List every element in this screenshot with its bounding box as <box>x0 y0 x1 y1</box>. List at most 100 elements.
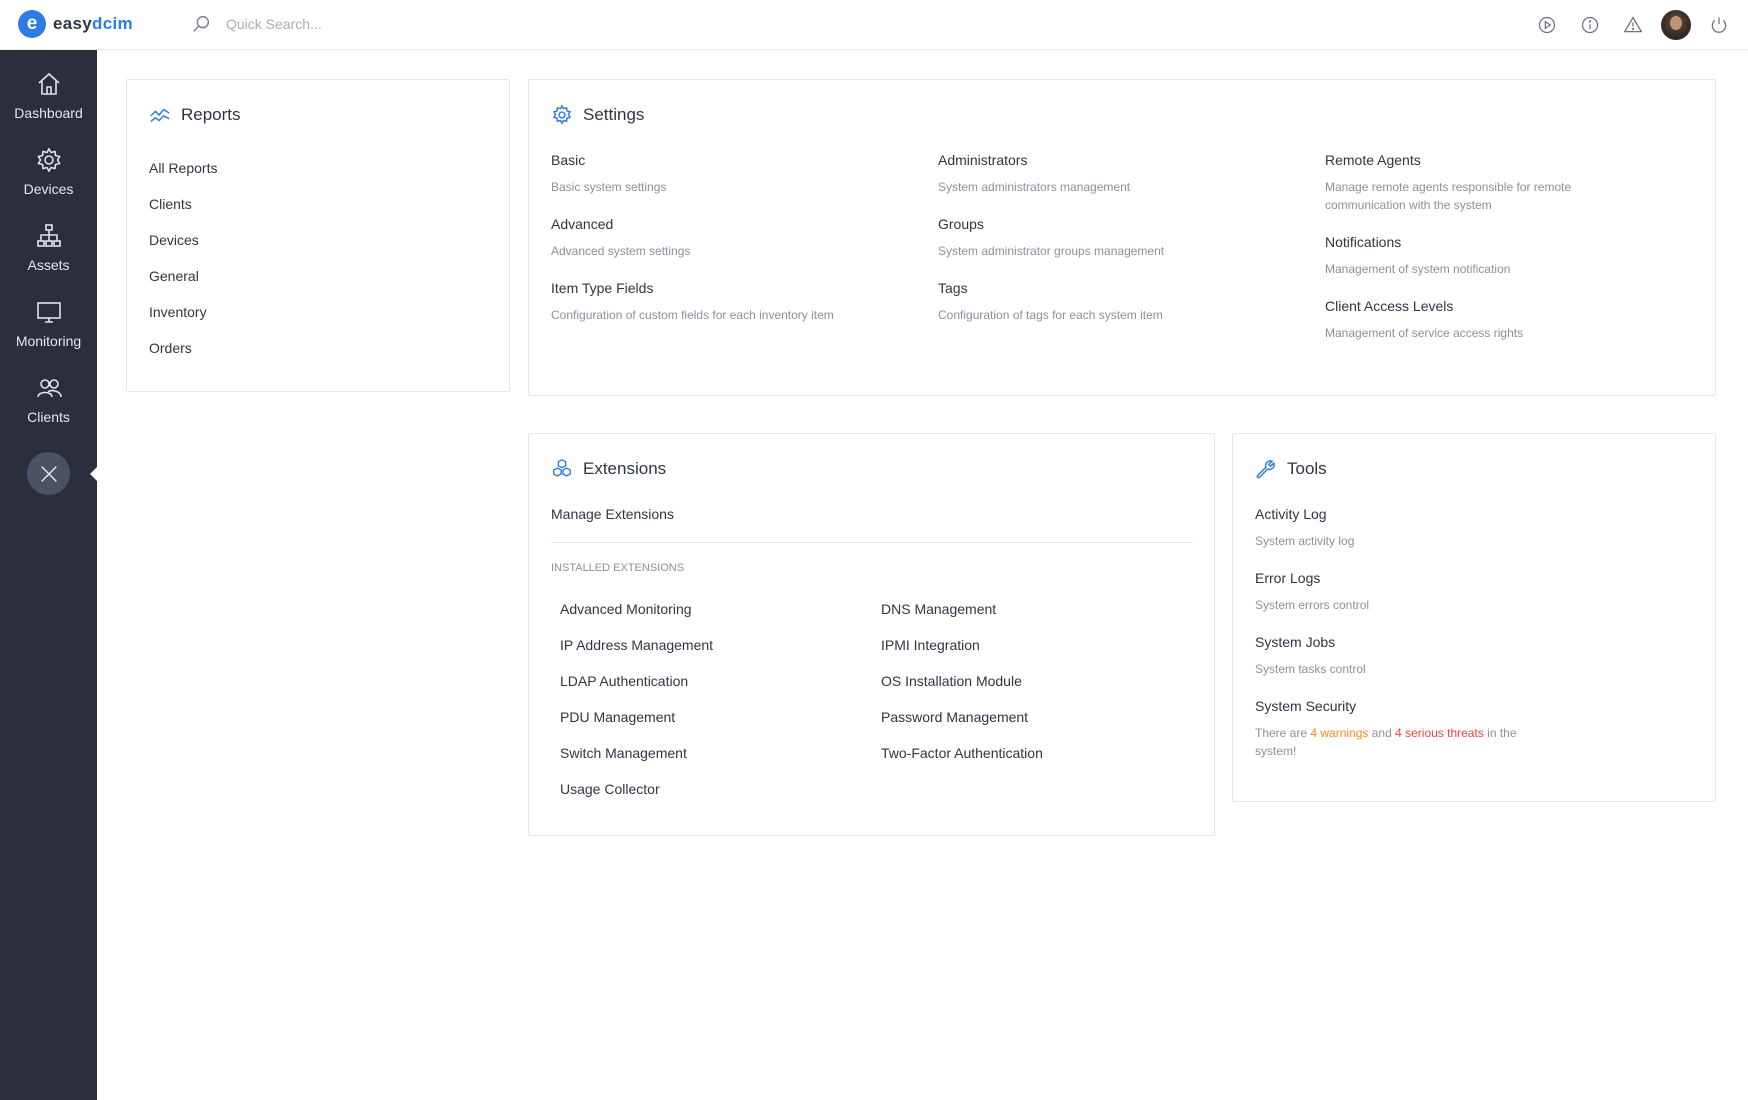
warnings-link[interactable]: 4 warnings <box>1310 726 1368 740</box>
extension-ipmi-integration[interactable]: IPMI Integration <box>881 637 1043 673</box>
sidebar-item-label: Monitoring <box>15 333 82 349</box>
report-link-general[interactable]: General <box>149 268 217 304</box>
extensions-list-left: Advanced Monitoring IP Address Managemen… <box>560 601 713 817</box>
setting-client-access-levels[interactable]: Client Access Levels Management of servi… <box>1325 298 1595 342</box>
setting-desc: Configuration of tags for each system it… <box>938 308 1163 322</box>
extension-dns-management[interactable]: DNS Management <box>881 601 1043 637</box>
sidebar-item-clients[interactable]: Clients <box>0 354 97 430</box>
setting-groups[interactable]: Groups System administrator groups manag… <box>938 216 1278 260</box>
tool-activity-log[interactable]: Activity Log System activity log <box>1255 506 1555 550</box>
gear-icon <box>36 147 61 173</box>
panel-title: Settings <box>583 105 645 124</box>
avatar[interactable] <box>1661 10 1691 40</box>
report-link-orders[interactable]: Orders <box>149 340 217 376</box>
info-icon[interactable] <box>1575 10 1605 40</box>
setting-title[interactable]: Basic <box>551 152 891 168</box>
setting-title[interactable]: Advanced <box>551 216 891 232</box>
setting-title[interactable]: Administrators <box>938 152 1278 168</box>
logo-text-a: easy <box>53 14 93 33</box>
wrench-icon <box>1256 460 1275 479</box>
setting-desc: Advanced system settings <box>551 244 691 258</box>
extensions-panel: Extensions Manage Extensions INSTALLED E… <box>528 433 1215 836</box>
setting-desc: Basic system settings <box>551 180 667 194</box>
tool-title[interactable]: Error Logs <box>1255 570 1555 586</box>
setting-desc: System administrator groups management <box>938 244 1165 258</box>
extension-usage-collector[interactable]: Usage Collector <box>560 781 713 817</box>
tool-title[interactable]: Activity Log <box>1255 506 1555 522</box>
setting-tags[interactable]: Tags Configuration of tags for each syst… <box>938 280 1278 324</box>
report-link-inventory[interactable]: Inventory <box>149 304 217 340</box>
report-link-clients[interactable]: Clients <box>149 196 217 232</box>
extension-two-factor-authentication[interactable]: Two-Factor Authentication <box>881 745 1043 781</box>
play-circle-icon[interactable] <box>1532 10 1562 40</box>
report-link-all-reports[interactable]: All Reports <box>149 160 217 196</box>
setting-desc: System administrators management <box>938 180 1131 194</box>
reports-list: All Reports Clients Devices General Inve… <box>149 160 217 376</box>
sidebar-item-label: Dashboard <box>14 105 83 121</box>
tool-system-security[interactable]: System Security There are 4 warnings and… <box>1255 698 1555 760</box>
settings-column-1: Basic Basic system settings Advanced Adv… <box>551 152 891 344</box>
close-icon <box>40 465 57 482</box>
extension-os-installation-module[interactable]: OS Installation Module <box>881 673 1043 709</box>
setting-title[interactable]: Item Type Fields <box>551 280 891 296</box>
setting-notifications[interactable]: Notifications Management of system notif… <box>1325 234 1595 278</box>
extension-switch-management[interactable]: Switch Management <box>560 745 713 781</box>
tool-desc: System errors control <box>1255 598 1370 612</box>
users-icon <box>36 379 62 398</box>
alert-triangle-icon[interactable] <box>1618 10 1648 40</box>
extensions-list-right: DNS Management IPMI Integration OS Insta… <box>881 601 1043 781</box>
extension-advanced-monitoring[interactable]: Advanced Monitoring <box>560 601 713 637</box>
setting-remote-agents[interactable]: Remote Agents Manage remote agents respo… <box>1325 152 1595 214</box>
logo-mark: e <box>18 10 46 38</box>
logo[interactable]: e easydcim <box>18 10 133 38</box>
settings-panel: Settings Basic Basic system settings Adv… <box>528 79 1716 396</box>
search-input[interactable] <box>226 16 486 32</box>
setting-advanced[interactable]: Advanced Advanced system settings <box>551 216 891 260</box>
sidebar-item-dashboard[interactable]: Dashboard <box>0 50 97 126</box>
tools-panel: Tools Activity Log System activity log E… <box>1232 433 1716 802</box>
tool-error-logs[interactable]: Error Logs System errors control <box>1255 570 1555 614</box>
extension-password-management[interactable]: Password Management <box>881 709 1043 745</box>
top-bar: e easydcim <box>0 0 1748 50</box>
extension-pdu-management[interactable]: PDU Management <box>560 709 713 745</box>
setting-title[interactable]: Notifications <box>1325 234 1595 250</box>
search-icon[interactable] <box>190 13 212 35</box>
sidebar-item-assets[interactable]: Assets <box>0 202 97 278</box>
setting-administrators[interactable]: Administrators System administrators man… <box>938 152 1278 196</box>
settings-header: Settings <box>551 104 644 126</box>
sidebar-item-monitoring[interactable]: Monitoring <box>0 278 97 354</box>
extension-ldap-authentication[interactable]: LDAP Authentication <box>560 673 713 709</box>
extensions-header: Extensions <box>551 458 666 480</box>
threats-link[interactable]: 4 serious threats <box>1395 726 1484 740</box>
settings-column-2: Administrators System administrators man… <box>938 152 1278 344</box>
setting-item-type-fields[interactable]: Item Type Fields Configuration of custom… <box>551 280 891 324</box>
settings-gear-icon <box>552 104 572 125</box>
tool-desc: System activity log <box>1255 534 1355 548</box>
cubes-icon <box>553 459 571 477</box>
tool-title[interactable]: System Jobs <box>1255 634 1555 650</box>
active-pointer <box>90 467 97 481</box>
reports-chart-icon <box>150 108 170 122</box>
tool-system-jobs[interactable]: System Jobs System tasks control <box>1255 634 1555 678</box>
setting-desc: Configuration of custom fields for each … <box>551 308 834 322</box>
security-status-text: There are 4 warnings and 4 serious threa… <box>1255 724 1555 760</box>
setting-title[interactable]: Tags <box>938 280 1278 296</box>
setting-title[interactable]: Groups <box>938 216 1278 232</box>
close-button[interactable] <box>27 452 70 495</box>
quick-search <box>190 13 486 35</box>
setting-title[interactable]: Remote Agents <box>1325 152 1595 168</box>
manage-extensions-link[interactable]: Manage Extensions <box>551 506 674 522</box>
setting-basic[interactable]: Basic Basic system settings <box>551 152 891 196</box>
report-link-devices[interactable]: Devices <box>149 232 217 268</box>
security-middle: and <box>1368 726 1396 740</box>
settings-column-3: Remote Agents Manage remote agents respo… <box>1325 152 1595 362</box>
power-icon[interactable] <box>1704 10 1734 40</box>
tool-title[interactable]: System Security <box>1255 698 1555 714</box>
setting-desc: Management of system notification <box>1325 262 1511 276</box>
setting-title[interactable]: Client Access Levels <box>1325 298 1595 314</box>
network-icon <box>36 224 61 247</box>
extension-ip-address-management[interactable]: IP Address Management <box>560 637 713 673</box>
sidebar-item-devices[interactable]: Devices <box>0 126 97 202</box>
monitor-icon <box>36 302 61 323</box>
panel-title: Reports <box>181 105 241 124</box>
